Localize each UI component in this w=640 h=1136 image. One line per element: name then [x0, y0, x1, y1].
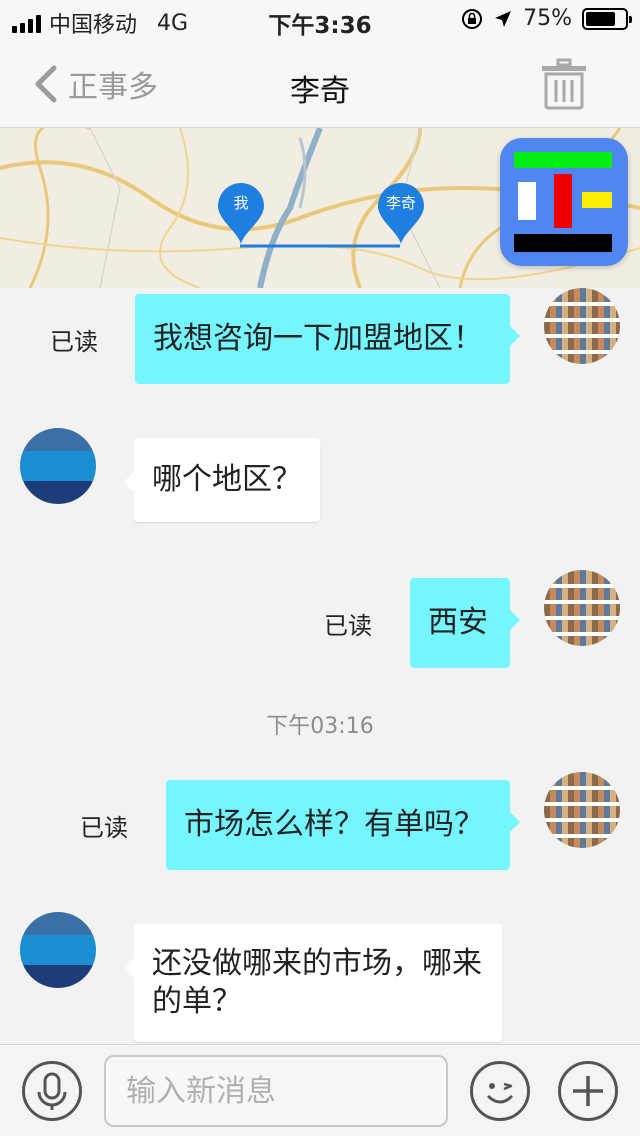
- trash-icon[interactable]: [540, 58, 588, 110]
- emoji-wink-icon: [486, 1082, 514, 1104]
- read-status: 已读: [80, 814, 128, 842]
- emoji-button[interactable]: [470, 1061, 530, 1121]
- message-timestamp: 下午03:16: [266, 714, 374, 739]
- pin-label-other: 李奇: [385, 194, 416, 212]
- add-attachment-button[interactable]: [558, 1061, 618, 1121]
- read-status: 已读: [324, 612, 372, 640]
- input-bar: [0, 1044, 640, 1136]
- app-logo-icon[interactable]: [500, 138, 628, 266]
- map-pin-other[interactable]: 李奇: [376, 182, 426, 246]
- map-pin-me[interactable]: 我: [216, 182, 266, 246]
- status-bar: 中国移动 4G 下午3:36 75%: [0, 0, 640, 40]
- chevron-left-icon: [35, 65, 57, 103]
- my-avatar[interactable]: [544, 288, 620, 364]
- read-status: 已读: [50, 328, 98, 356]
- battery-percent: 75%: [523, 6, 572, 31]
- message-input[interactable]: [104, 1055, 448, 1127]
- outgoing-message-bubble[interactable]: 我想咨询一下加盟地区！: [135, 294, 520, 384]
- my-avatar[interactable]: [544, 772, 620, 848]
- back-label: 正事多: [68, 70, 158, 105]
- incoming-message-bubble[interactable]: 哪个地区？: [124, 438, 320, 522]
- nav-bar: 正事多 李奇: [0, 40, 640, 128]
- incoming-message-bubble[interactable]: 还没做哪来的市场，哪来的单？: [124, 924, 502, 1042]
- chat-area[interactable]: 已读 我想咨询一下加盟地区！ 哪个地区？ 已读 西安 下午03:16 已读 市场…: [0, 288, 640, 1044]
- back-button[interactable]: 正事多: [28, 62, 158, 106]
- contact-avatar[interactable]: [20, 428, 96, 504]
- status-right: 75%: [461, 6, 632, 31]
- outgoing-message-bubble[interactable]: 西安: [410, 578, 520, 668]
- outgoing-message-bubble[interactable]: 市场怎么样？有单吗？: [166, 780, 520, 870]
- microphone-icon: [37, 1072, 67, 1110]
- my-avatar[interactable]: [544, 570, 620, 646]
- orientation-lock-icon: [462, 8, 483, 29]
- location-map[interactable]: 我 李奇: [0, 128, 640, 288]
- pin-label-me: 我: [233, 194, 249, 212]
- battery-icon: [582, 7, 632, 30]
- plus-icon: [573, 1076, 603, 1106]
- voice-button[interactable]: [22, 1061, 82, 1121]
- location-arrow-icon: [495, 10, 512, 27]
- contact-avatar[interactable]: [20, 912, 96, 988]
